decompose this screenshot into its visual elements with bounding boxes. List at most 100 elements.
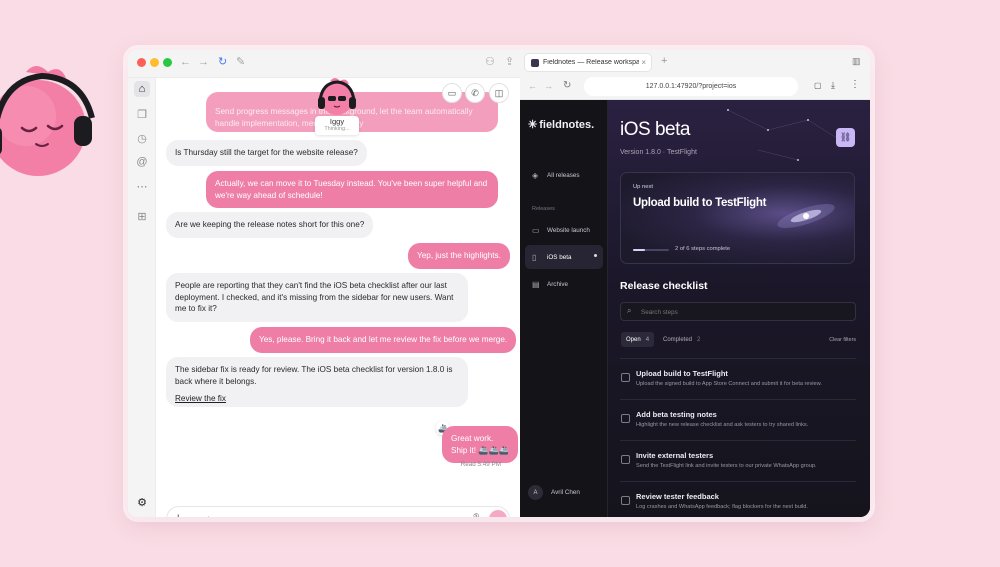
message-user-4-text: The sidebar fix is ready for review. The… <box>175 365 453 386</box>
release-subtitle: Version 1.8.0 · TestFlight <box>620 149 697 156</box>
add-attachment-icon[interactable]: + <box>175 512 181 517</box>
phone-icon: ▯ <box>532 252 537 262</box>
tab-completed[interactable]: Completed 2 <box>658 332 705 347</box>
nav-ios-beta[interactable]: ▯ iOS beta <box>525 245 603 269</box>
read-receipt: Read 5:49 PM <box>460 461 501 468</box>
browser-window-icon: ▭ <box>532 225 540 235</box>
archive-box-icon: ▤ <box>532 279 540 289</box>
item-checkbox[interactable] <box>621 496 630 505</box>
grid-icon[interactable]: ⊞ <box>134 208 150 224</box>
item-description: Highlight the new release checklist and … <box>636 422 809 428</box>
clear-filters-button[interactable]: Clear filters <box>829 337 856 343</box>
agent-status: Thinking... <box>324 126 350 132</box>
upload-icon[interactable]: ⇪ <box>505 57 514 68</box>
panel-toggle-icon[interactable]: ◫ <box>489 83 509 103</box>
up-next-label: Up next <box>633 184 653 190</box>
item-checkbox[interactable] <box>621 414 630 423</box>
tab-open-label: Open <box>626 336 641 343</box>
message-input[interactable] <box>192 512 442 517</box>
message-composer: + 🎙 ↑ <box>166 506 510 517</box>
item-checkbox[interactable] <box>621 373 630 382</box>
copy-icon[interactable]: ❐ <box>134 106 150 122</box>
tab-open-count: 4 <box>645 336 650 343</box>
item-checkbox[interactable] <box>621 455 630 464</box>
history-icon[interactable]: ◷ <box>134 130 150 146</box>
checklist-item[interactable]: Add beta testing notes Highlight the new… <box>620 399 856 440</box>
app-window: ← → ↻ ✎ ⚇ ⇪ Fieldnotes — Release workspa… <box>128 50 870 517</box>
forward-icon[interactable]: → <box>198 57 209 68</box>
close-window-button[interactable] <box>137 58 146 67</box>
app-rail: ⌂ ❐ ◷ @ ⋯ ⊞ ⚙ <box>128 78 156 517</box>
checklist-item[interactable]: Review tester feedback Log crashes and W… <box>620 481 856 517</box>
message-agent-2: Yep, just the highlights. <box>408 243 510 269</box>
item-title: Invite external testers <box>636 451 714 460</box>
back-icon[interactable]: ← <box>180 57 191 68</box>
chat-panel: Send progress messages in the background… <box>156 78 520 517</box>
item-title: Review tester feedback <box>636 492 719 501</box>
tab-open[interactable]: Open 4 <box>621 332 655 347</box>
mention-icon[interactable]: @ <box>134 154 150 170</box>
microphone-icon[interactable]: 🎙 <box>471 513 482 517</box>
message-user-1: Is Thursday still the target for the web… <box>166 140 367 166</box>
brand-name: fieldnotes. <box>539 119 595 131</box>
send-button[interactable]: ↑ <box>489 510 507 517</box>
review-fix-link[interactable]: Review the fix <box>175 393 459 405</box>
tab-completed-label: Completed <box>663 336 693 343</box>
bookmark-icon[interactable]: ▢ <box>814 81 822 90</box>
new-tab-icon[interactable]: + <box>661 55 667 67</box>
checklist-heading: Release checklist <box>620 280 708 292</box>
avatar: A <box>528 485 543 500</box>
browser-toolbar: Fieldnotes — Release workspace × + ▥ ← →… <box>520 50 870 100</box>
nav-archive[interactable]: ▤ Archive <box>525 272 603 296</box>
progress-track <box>633 249 669 251</box>
home-icon[interactable]: ⌂ <box>134 81 150 97</box>
user-profile[interactable]: A Avril Chen <box>528 485 580 500</box>
chat-titlebar: ← → ↻ ✎ ⚇ ⇪ <box>128 50 520 78</box>
progress-fill <box>633 249 645 251</box>
release-main: iOS beta Version 1.8.0 · TestFlight ⛓ Up… <box>608 100 870 517</box>
nav-ios-beta-label: iOS beta <box>547 253 572 261</box>
sidebar-toggle-icon[interactable]: ▥ <box>852 56 861 67</box>
nav-all-releases[interactable]: ◈ All releases <box>525 163 603 187</box>
item-description: Upload the signed build to App Store Con… <box>636 381 822 387</box>
agent-name-tag: Iggy Thinking... <box>315 116 359 135</box>
browser-reload-icon[interactable]: ↻ <box>563 80 571 91</box>
active-dot <box>594 254 597 257</box>
screen-share-icon[interactable]: ▭ <box>442 83 462 103</box>
checklist-item[interactable]: Upload build to TestFlight Upload the si… <box>620 358 856 399</box>
search-icon: ⌕ <box>627 306 632 315</box>
galaxy-image <box>777 204 835 228</box>
fieldnotes-app: ✳ fieldnotes. ◈ All releases Releases ▭ Web… <box>520 100 870 517</box>
item-description: Send the TestFlight link and invite test… <box>636 463 817 469</box>
download-icon[interactable]: ⤓ <box>831 80 835 91</box>
close-tab-icon[interactable]: × <box>641 58 646 67</box>
nav-website-launch-label: Website launch <box>547 226 590 234</box>
call-phone-icon[interactable]: ✆ <box>465 83 485 103</box>
more-menu-icon[interactable]: ⋮ <box>850 79 860 90</box>
checklist-item[interactable]: Invite external testers Send the TestFli… <box>620 440 856 481</box>
nav-website-launch[interactable]: ▭ Website launch <box>525 218 603 242</box>
search-input[interactable] <box>641 306 841 318</box>
copy-link-button[interactable]: ⛓ <box>836 128 855 147</box>
search-box: ⌕ <box>620 302 856 321</box>
privacy-icon[interactable]: ⚇ <box>485 57 495 68</box>
more-icon[interactable]: ⋯ <box>134 178 150 194</box>
layers-icon: ◈ <box>532 170 539 180</box>
url-bar[interactable]: 127.0.0.1:47920/?project=ios <box>584 77 798 96</box>
message-agent-4-line2: Ship it! 🚢🚢🚢 <box>451 445 509 455</box>
browser-back-icon[interactable]: ← <box>528 81 537 91</box>
refresh-icon[interactable]: ↻ <box>218 57 227 68</box>
browser-forward-icon[interactable]: → <box>544 81 553 91</box>
minimize-window-button[interactable] <box>150 58 159 67</box>
maximize-window-button[interactable] <box>163 58 172 67</box>
compose-icon[interactable]: ✎ <box>236 57 245 68</box>
mascot-headphones-character <box>0 66 95 176</box>
settings-gear-icon[interactable]: ⚙ <box>134 494 150 510</box>
message-agent-4: Great work. Ship it! 🚢🚢🚢 <box>442 426 518 463</box>
agent-avatar <box>318 78 356 115</box>
browser-tab[interactable]: Fieldnotes — Release workspace × <box>524 53 652 72</box>
nav-all-releases-label: All releases <box>547 171 580 179</box>
up-next-title: Upload build to TestFlight <box>633 197 767 209</box>
page-title: iOS beta <box>620 119 690 140</box>
up-next-card[interactable]: Up next Upload build to TestFlight 2 of … <box>620 172 855 264</box>
